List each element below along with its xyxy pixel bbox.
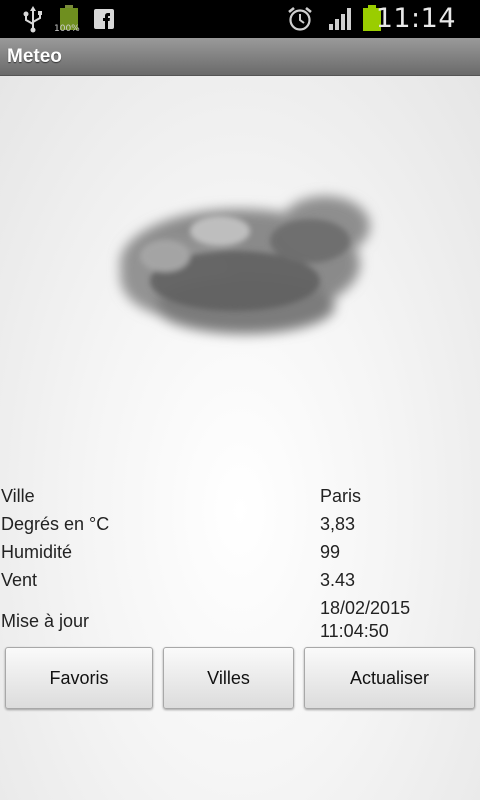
refresh-button[interactable]: Actualiser [304,647,475,709]
alarm-icon [285,0,315,38]
facebook-icon [92,0,116,38]
label-city: Ville [1,486,35,506]
label-temperature: Degrés en °C [1,514,110,534]
label-updated: Mise à jour [1,611,90,631]
row-humidity: Humidité 99 [0,538,480,566]
value-city: Paris [320,486,362,506]
value-wind: 3.43 [320,570,356,590]
cloud-icon [95,176,385,356]
app-title: Meteo [7,46,62,67]
usb-icon [18,0,48,38]
battery-percent-label: 100% [54,24,80,34]
row-city: Ville Paris [0,482,480,510]
row-updated: Mise à jour 18/02/2015 11:04:50 [0,596,480,646]
status-time: 11:14 [375,3,456,34]
label-wind: Vent [1,570,38,590]
row-wind: Vent 3.43 [0,566,480,594]
value-temperature: 3,83 [320,514,356,534]
label-humidity: Humidité [1,542,73,562]
value-updated-time: 11:04:50 [320,621,389,641]
cities-button[interactable]: Villes [163,647,294,709]
favorites-button[interactable]: Favoris [5,647,153,709]
row-temperature: Degrés en °C 3,83 [0,510,480,538]
signal-strength-icon [326,0,356,38]
status-bar: 100% 11:14 [0,0,480,38]
value-updated-date: 18/02/2015 [320,598,411,618]
value-humidity: 99 [320,542,341,562]
action-bar: Meteo [0,38,480,76]
main-content: Ville Paris Degrés en °C 3,83 Humidité 9… [0,76,480,800]
